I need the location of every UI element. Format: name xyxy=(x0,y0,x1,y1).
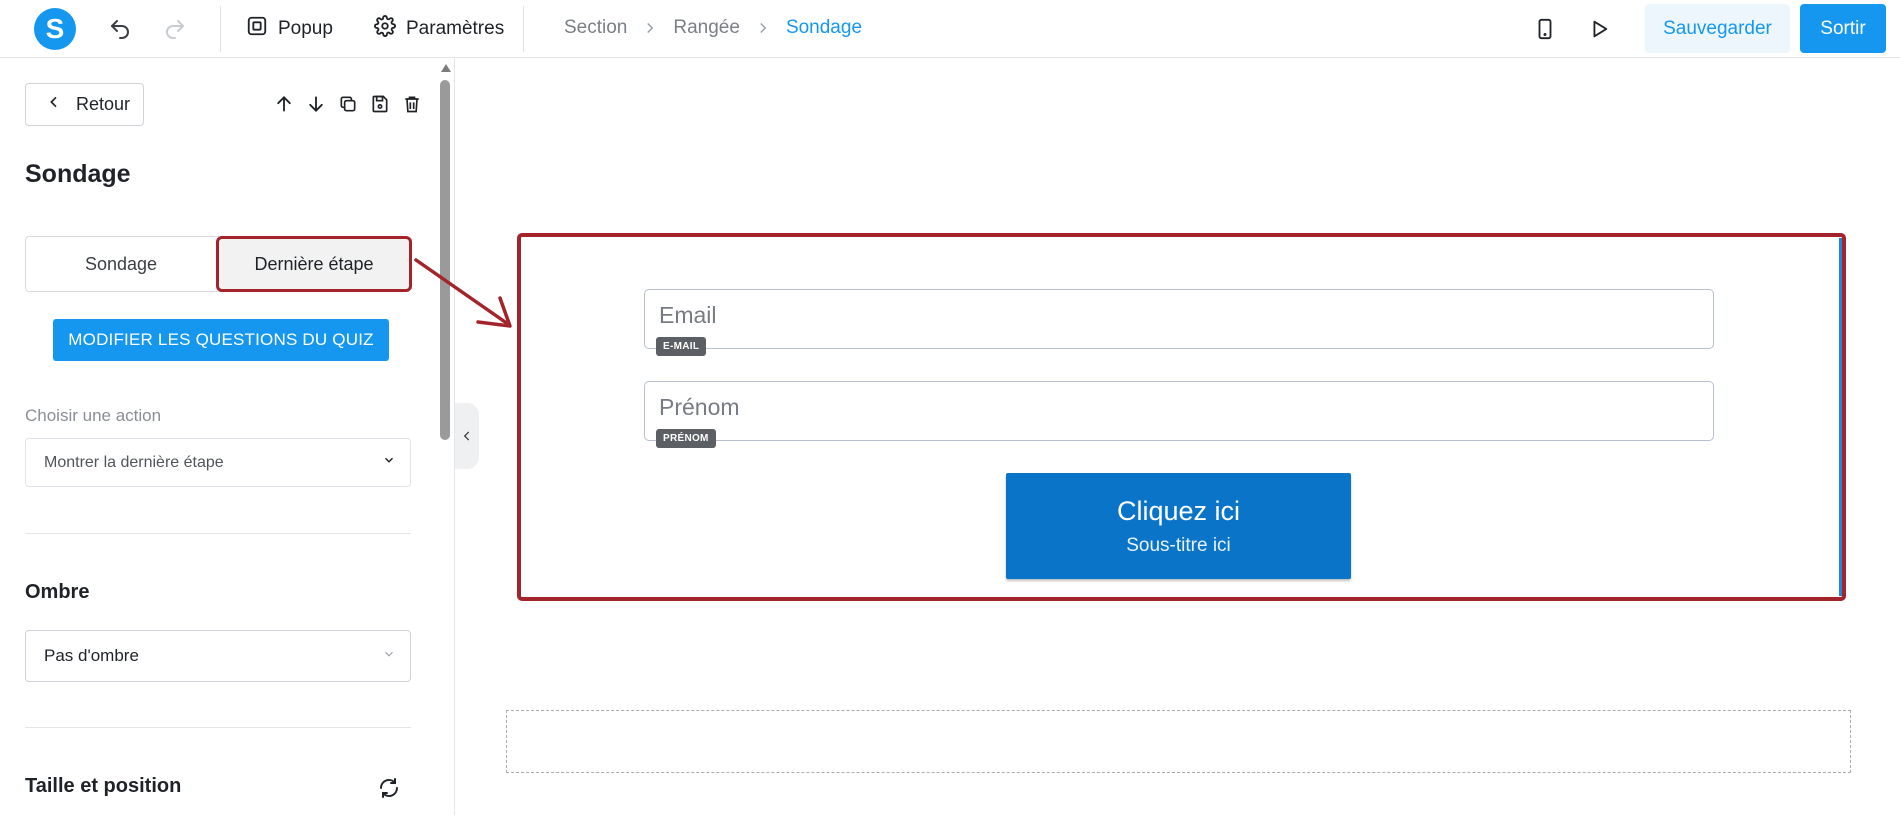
gear-icon xyxy=(374,15,396,43)
element-toolbar xyxy=(272,92,424,116)
scroll-up-arrow[interactable] xyxy=(441,64,451,72)
section-divider xyxy=(25,533,411,534)
cta-subtitle: Sous-titre ici xyxy=(1126,534,1231,556)
shadow-select[interactable]: Pas d'ombre xyxy=(25,630,411,682)
selection-edge xyxy=(1839,238,1842,596)
sidebar-scrollbar[interactable] xyxy=(440,62,451,819)
action-select[interactable]: Montrer la dernière étape xyxy=(25,438,411,487)
shadow-title: Ombre xyxy=(25,581,90,603)
action-select-value: Montrer la dernière étape xyxy=(44,453,224,471)
chevron-left-icon xyxy=(46,94,62,115)
back-button[interactable]: Retour xyxy=(25,83,144,126)
email-field-badge: E-MAIL xyxy=(656,337,707,356)
size-position-title: Taille et position xyxy=(25,775,182,797)
edit-quiz-questions-button[interactable]: MODIFIER LES QUESTIONS DU QUIZ xyxy=(53,319,389,361)
tab-last-step[interactable]: Dernière étape xyxy=(216,236,412,292)
cta-button[interactable]: Cliquez ici Sous-titre ici xyxy=(1006,473,1351,579)
popup-button[interactable]: Popup xyxy=(246,12,333,46)
trash-icon[interactable] xyxy=(400,92,424,116)
breadcrumb-row[interactable]: Rangée xyxy=(673,17,740,39)
tab-survey[interactable]: Sondage xyxy=(26,237,216,291)
breadcrumb-current[interactable]: Sondage xyxy=(786,17,862,39)
mobile-icon[interactable] xyxy=(1528,12,1562,46)
chevron-down-icon xyxy=(382,453,396,472)
section-divider xyxy=(25,727,411,728)
first-name-field[interactable]: Prénom xyxy=(644,381,1714,441)
first-name-field-badge: PRÉNOM xyxy=(656,429,716,448)
panel-title: Sondage xyxy=(25,160,131,188)
arrow-down-icon[interactable] xyxy=(304,92,328,116)
play-icon[interactable] xyxy=(1582,12,1616,46)
chevron-right-icon xyxy=(760,22,767,34)
toolbar-divider xyxy=(523,6,524,52)
first-name-placeholder: Prénom xyxy=(659,394,740,420)
settings-sidebar: Retour Sondage Sondage Dernière étape MO… xyxy=(0,58,455,815)
settings-button[interactable]: Paramètres xyxy=(374,12,504,46)
redo-icon[interactable] xyxy=(158,12,192,46)
save-icon[interactable] xyxy=(368,92,392,116)
annotation-arrow xyxy=(414,258,512,328)
arrow-up-icon[interactable] xyxy=(272,92,296,116)
email-placeholder: Email xyxy=(659,302,717,328)
email-field[interactable]: Email xyxy=(644,289,1714,349)
chevron-right-icon xyxy=(647,22,654,34)
cta-title: Cliquez ici xyxy=(1116,495,1241,526)
empty-row-dropzone[interactable] xyxy=(506,710,1851,773)
save-button[interactable]: Sauvegarder xyxy=(1645,4,1790,53)
settings-label: Paramètres xyxy=(406,18,505,39)
exit-button[interactable]: Sortir xyxy=(1800,4,1886,53)
survey-tabs: Sondage Dernière étape xyxy=(25,236,412,292)
undo-icon[interactable] xyxy=(103,12,137,46)
chevron-left-icon xyxy=(463,431,470,441)
app-logo[interactable]: S xyxy=(34,8,76,50)
breadcrumb: Section Rangée Sondage xyxy=(564,17,862,39)
collapse-sidebar-handle[interactable] xyxy=(455,403,479,469)
refresh-icon[interactable] xyxy=(377,776,403,802)
toolbar-divider xyxy=(220,6,221,52)
action-label: Choisir une action xyxy=(25,406,162,425)
back-label: Retour xyxy=(76,94,131,114)
popup-icon xyxy=(246,15,268,43)
shadow-select-value: Pas d'ombre xyxy=(44,646,139,665)
popup-label: Popup xyxy=(278,18,333,39)
top-bar: S Popup Paramètres Section Rangée Sondag… xyxy=(0,0,1900,58)
copy-icon[interactable] xyxy=(336,92,360,116)
chevron-down-icon xyxy=(382,646,396,666)
breadcrumb-section[interactable]: Section xyxy=(564,17,627,39)
